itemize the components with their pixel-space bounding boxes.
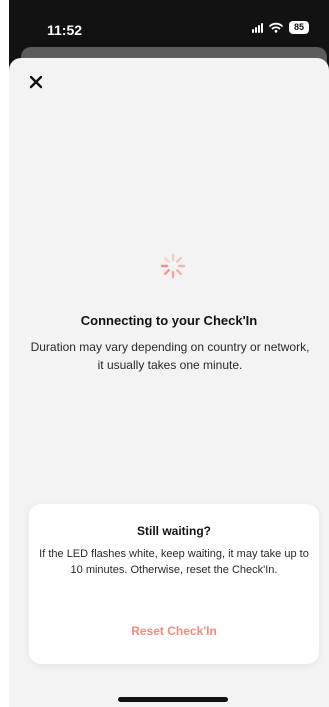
connecting-sheet: Connecting to your Check'In Duration may… [9,58,329,707]
close-button[interactable] [24,70,48,94]
home-indicator[interactable] [118,697,228,702]
battery-icon: 85 [289,21,309,34]
status-icons: 85 [252,21,309,34]
still-waiting-card: Still waiting? If the LED flashes white,… [29,504,319,664]
reset-checkin-button[interactable]: Reset Check'In [29,624,319,638]
status-time: 11:52 [47,22,83,38]
wifi-icon [269,22,283,33]
still-waiting-title: Still waiting? [137,524,211,538]
close-icon [29,75,43,89]
still-waiting-body: If the LED flashes white, keep waiting, … [39,548,309,576]
loading-spinner-icon [160,253,186,279]
cellular-signal-icon [252,22,263,33]
connecting-title: Connecting to your Check'In [80,313,258,328]
phone-screen: 11:52 85 Connecting to your Check'In Dur… [0,0,329,707]
connecting-subtitle: Duration may vary depending on country o… [30,340,310,372]
